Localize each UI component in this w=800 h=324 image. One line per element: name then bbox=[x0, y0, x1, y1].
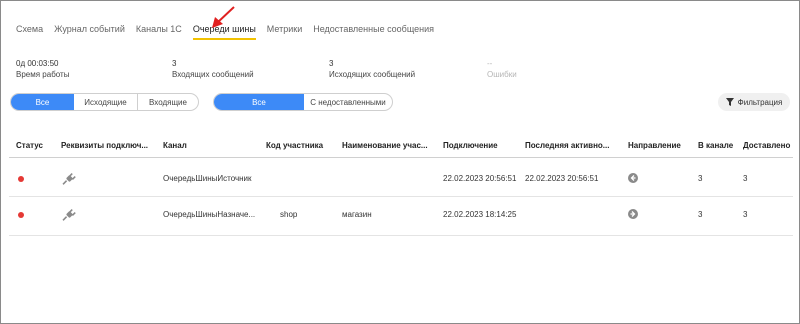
header-participant-code[interactable]: Код участника bbox=[266, 141, 323, 150]
stat-errors-label: Ошибки bbox=[487, 70, 517, 79]
stat-outgoing: 3 Исходящих сообщений bbox=[329, 58, 415, 80]
stat-uptime-value: 0д 00:03:50 bbox=[16, 59, 59, 68]
stat-incoming: 3 Входящих сообщений bbox=[172, 58, 254, 80]
header-in-channel[interactable]: В канале bbox=[698, 141, 733, 150]
header-last-activity[interactable]: Последняя активно... bbox=[525, 141, 609, 150]
tab-undelivered-messages[interactable]: Недоставленные сообщения bbox=[313, 24, 434, 40]
cell-channel: ОчередьШиныНазначе... bbox=[163, 210, 256, 219]
filter-button[interactable]: Фильтрация bbox=[718, 93, 790, 111]
stat-incoming-value: 3 bbox=[172, 59, 177, 68]
stat-outgoing-value: 3 bbox=[329, 59, 334, 68]
header-participant-name[interactable]: Наименование учас... bbox=[342, 141, 428, 150]
tab-1c-channels[interactable]: Каналы 1С bbox=[136, 24, 182, 40]
header-direction[interactable]: Направление bbox=[628, 141, 681, 150]
header-channel[interactable]: Канал bbox=[163, 141, 187, 150]
stat-uptime-label: Время работы bbox=[16, 70, 70, 79]
delivery-undelivered-option[interactable]: С недоставленными bbox=[304, 94, 392, 110]
cell-participant-code: shop bbox=[280, 210, 298, 219]
annotation-arrow-icon bbox=[212, 6, 235, 28]
header-divider bbox=[9, 157, 793, 158]
tab-metrics[interactable]: Метрики bbox=[267, 24, 302, 40]
cell-in-channel: 3 bbox=[698, 210, 703, 219]
cell-delivered: 3 bbox=[743, 174, 748, 183]
arrow-left-icon bbox=[628, 173, 638, 183]
cell-in-channel: 3 bbox=[698, 174, 703, 183]
delivery-all-option[interactable]: Все bbox=[214, 94, 304, 110]
plug-icon[interactable] bbox=[62, 208, 76, 222]
status-error-dot bbox=[18, 212, 24, 218]
cell-participant-name: магазин bbox=[342, 210, 372, 219]
header-connected[interactable]: Подключение bbox=[443, 141, 498, 150]
delivery-filter: Все С недоставленными bbox=[213, 93, 393, 111]
status-error-dot bbox=[18, 176, 24, 182]
direction-filter: Все Исходящие Входящие bbox=[10, 93, 199, 111]
filter-button-label: Фильтрация bbox=[737, 97, 783, 107]
funnel-icon bbox=[725, 98, 734, 106]
stat-incoming-label: Входящих сообщений bbox=[172, 70, 254, 79]
window-frame: Схема Журнал событий Каналы 1С Очереди ш… bbox=[0, 0, 800, 324]
direction-all-option[interactable]: Все bbox=[11, 94, 74, 110]
row-divider bbox=[9, 196, 793, 197]
header-delivered[interactable]: Доставлено bbox=[743, 141, 790, 150]
header-connection-details[interactable]: Реквизиты подключ... bbox=[61, 141, 148, 150]
cell-channel: ОчередьШиныИсточник bbox=[163, 174, 252, 183]
plug-icon[interactable] bbox=[62, 172, 76, 186]
stat-errors-value: -- bbox=[487, 59, 493, 68]
cell-connected: 22.02.2023 18:14:25 bbox=[443, 210, 517, 219]
cell-connected: 22.02.2023 20:56:51 bbox=[443, 174, 517, 183]
stat-uptime: 0д 00:03:50 Время работы bbox=[16, 58, 69, 80]
direction-incoming-option[interactable]: Входящие bbox=[137, 94, 198, 110]
direction-outgoing-option[interactable]: Исходящие bbox=[74, 94, 137, 110]
header-status[interactable]: Статус bbox=[16, 141, 43, 150]
arrow-right-icon bbox=[628, 209, 638, 219]
stat-errors: -- Ошибки bbox=[487, 58, 517, 80]
cell-delivered: 3 bbox=[743, 210, 748, 219]
tab-event-log[interactable]: Журнал событий bbox=[54, 24, 125, 40]
tab-schema[interactable]: Схема bbox=[16, 24, 43, 40]
cell-last-activity: 22.02.2023 20:56:51 bbox=[525, 174, 599, 183]
stat-outgoing-label: Исходящих сообщений bbox=[329, 70, 416, 79]
row-divider bbox=[9, 235, 793, 236]
